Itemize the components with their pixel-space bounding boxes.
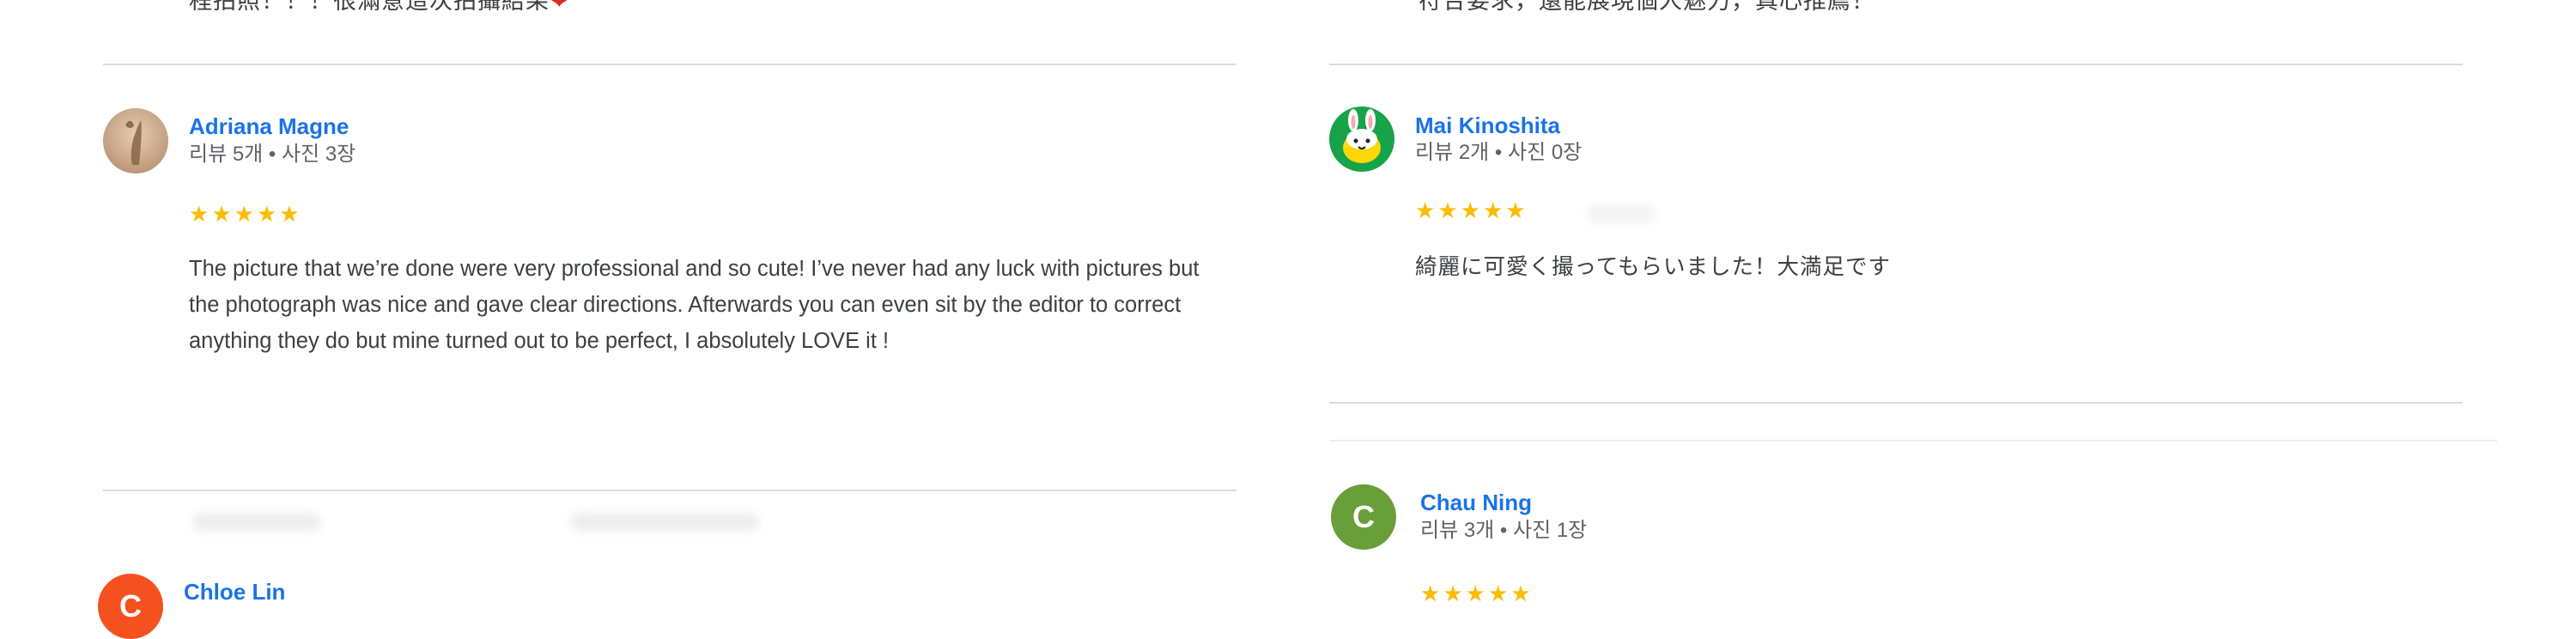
cartoon-bunny-icon <box>1329 106 1394 172</box>
reviewer-name[interactable]: Chau Ning <box>1420 491 1532 514</box>
review-divider <box>103 490 1236 491</box>
star-icon: ★ <box>1510 581 1531 606</box>
avatar[interactable] <box>1329 106 1394 172</box>
heart-icon: ❤ <box>550 0 570 14</box>
star-icon: ★ <box>1420 581 1441 606</box>
review-text-snippet: 程拍照！！！很滿意這次拍攝結果❤ <box>189 0 570 13</box>
review-divider <box>103 64 1236 65</box>
star-icon: ★ <box>1437 198 1458 223</box>
star-icon: ★ <box>1487 581 1509 606</box>
star-icon: ★ <box>1482 198 1504 223</box>
blurred-placeholder <box>1587 204 1656 223</box>
reviewer-stats: 리뷰 5개 • 사진 3장 <box>189 143 356 166</box>
star-rating: ★ ★ ★ ★ ★ <box>189 203 300 225</box>
star-icon: ★ <box>279 201 300 227</box>
star-icon: ★ <box>234 201 254 227</box>
reviewer-name[interactable]: Adriana Magne <box>189 115 349 137</box>
review-text: 綺麗に可愛く撮ってもらいました！大満足です <box>1415 255 1891 279</box>
star-icon: ★ <box>211 201 232 227</box>
star-icon: ★ <box>1443 581 1463 606</box>
reviewer-stats: 리뷰 3개 • 사진 1장 <box>1420 519 1588 542</box>
star-icon: ★ <box>189 201 210 227</box>
review-text-snippet: 符合要求，還能展現個人魅力，真心推薦！ <box>1419 0 1875 14</box>
blurred-placeholder <box>192 513 321 532</box>
star-icon: ★ <box>1460 198 1480 223</box>
star-icon: ★ <box>1505 198 1526 223</box>
reviewer-stats: 리뷰 2개 • 사진 0장 <box>1415 141 1583 164</box>
star-icon: ★ <box>256 201 277 227</box>
avatar[interactable]: C <box>1331 484 1396 550</box>
avatar-letter: C <box>119 588 142 624</box>
review-divider <box>1329 402 2463 404</box>
reviewer-name[interactable]: Mai Kinoshita <box>1415 114 1560 137</box>
avatar[interactable] <box>103 108 168 173</box>
blurred-placeholder <box>570 513 759 532</box>
star-rating: ★ ★ ★ ★ ★ <box>1415 199 1526 222</box>
star-icon: ★ <box>1415 198 1436 223</box>
review-divider <box>1329 64 2463 65</box>
star-rating: ★ ★ ★ ★ ★ <box>1420 582 1531 605</box>
avatar[interactable]: C <box>98 574 163 639</box>
profile-photo-icon <box>103 108 168 173</box>
review-text: The picture that we’re done were very pr… <box>189 257 1200 353</box>
star-icon: ★ <box>1465 581 1485 606</box>
section-divider <box>1329 440 2497 441</box>
reviewer-name[interactable]: Chloe Lin <box>184 581 285 603</box>
avatar-letter: C <box>1352 499 1375 534</box>
